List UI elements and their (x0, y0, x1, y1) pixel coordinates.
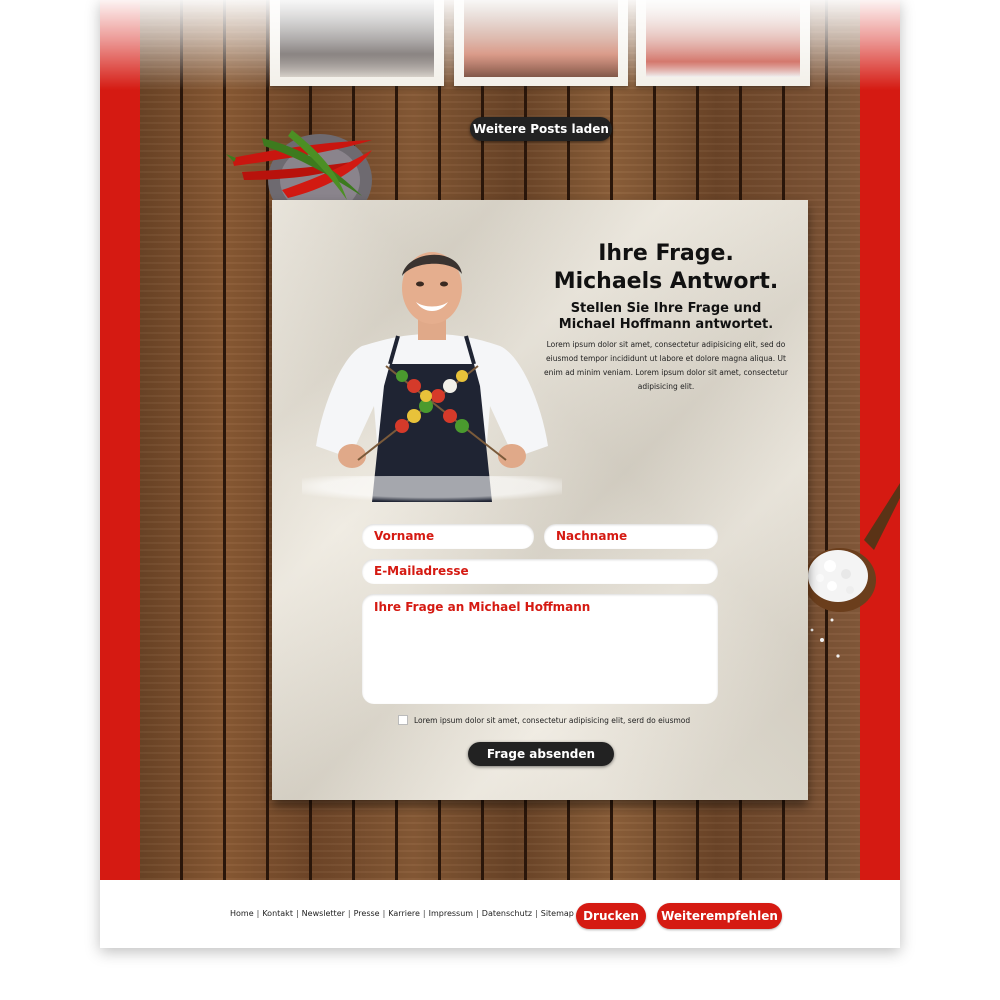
hero-title-line-1: Ihre Frage. (598, 241, 734, 266)
submit-question-button[interactable]: Frage absenden (468, 742, 614, 766)
footer-link-impressum[interactable]: Impressum (429, 909, 473, 918)
footer-nav: Home | Kontakt | Newsletter | Presse | Karri… (230, 909, 574, 918)
consent-checkbox[interactable] (398, 715, 408, 725)
first-name-field[interactable]: Vorname (362, 524, 534, 549)
print-button[interactable]: Drucken (576, 903, 646, 929)
email-field[interactable]: E-Mailadresse (362, 559, 718, 584)
recommend-button[interactable]: Weiterempfehlen (657, 903, 782, 929)
question-textarea[interactable]: Ihre Frage an Michael Hoffmann (362, 594, 718, 704)
salt-spoon-decoration (804, 483, 900, 658)
consent-row: Lorem ipsum dolor sit amet, consectetur … (398, 714, 728, 726)
footer: Home | Kontakt | Newsletter | Presse | Karri… (100, 880, 900, 948)
page: Weitere Posts laden Ihre Frage. Michaels… (100, 0, 900, 948)
red-side-band-right (860, 0, 900, 880)
footer-link-datenschutz[interactable]: Datenschutz (482, 909, 532, 918)
chef-photo (302, 252, 562, 502)
red-side-band-left (100, 0, 140, 880)
footer-link-sitemap[interactable]: Sitemap (541, 909, 574, 918)
question-card: Ihre Frage. Michaels Antwort. Stellen Si… (272, 200, 808, 800)
wood-background: Weitere Posts laden Ihre Frage. Michaels… (140, 0, 900, 880)
hero-subtitle-line-1: Stellen Sie Ihre Frage und (570, 301, 762, 316)
load-more-posts-button[interactable]: Weitere Posts laden (470, 117, 612, 141)
footer-link-karriere[interactable]: Karriere (388, 909, 420, 918)
hero-title-line-2: Michaels Antwort. (553, 269, 779, 294)
footer-link-kontakt[interactable]: Kontakt (262, 909, 293, 918)
footer-link-newsletter[interactable]: Newsletter (302, 909, 345, 918)
consent-label: Lorem ipsum dolor sit amet, consectetur … (414, 715, 691, 725)
footer-link-home[interactable]: Home (230, 909, 254, 918)
hero-text-block: Ihre Frage. Michaels Antwort. Stellen Si… (530, 240, 802, 394)
top-fade-overlay (100, 0, 900, 90)
hero-body-text: Lorem ipsum dolor sit amet, consectetur … (544, 340, 788, 391)
hero-subtitle-line-2: Michael Hoffmann antwortet. (558, 317, 774, 332)
last-name-field[interactable]: Nachname (544, 524, 718, 549)
footer-link-presse[interactable]: Presse (354, 909, 380, 918)
